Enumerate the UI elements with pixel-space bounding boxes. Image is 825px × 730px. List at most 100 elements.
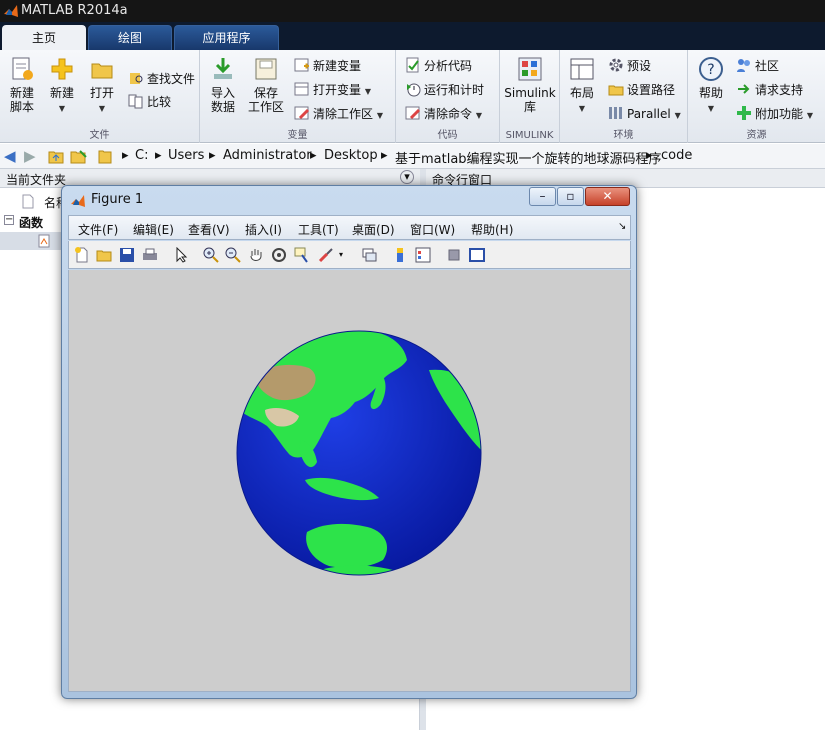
add-ons-button[interactable]: 附加功能 ▼ <box>736 105 813 123</box>
path-segment-code[interactable]: code <box>661 148 692 163</box>
analyze-code-icon <box>406 57 419 73</box>
add-ons-icon <box>737 106 751 120</box>
group-environment: 布局 ▼ 预设 设置路径 Parallel ▼ 环境 <box>560 50 688 143</box>
open-variable-button[interactable]: 打开变量 ▼ <box>294 81 371 99</box>
zoom-in-icon[interactable] <box>203 247 219 263</box>
menu-tools[interactable]: 工具(T) <box>298 221 339 238</box>
back-arrow-icon[interactable]: ◀ <box>4 147 16 165</box>
globe-plot <box>236 330 482 576</box>
group-code: 分析代码 运行和计时 清除命令 ▼ 代码 <box>396 50 500 143</box>
layout-icon <box>570 58 594 80</box>
clear-commands-button[interactable]: 清除命令 ▼ <box>405 105 482 123</box>
run-and-time-button[interactable]: 运行和计时 <box>405 81 484 99</box>
save-workspace-button[interactable]: 保存 工作区 <box>246 56 286 114</box>
simulink-library-icon <box>518 57 542 81</box>
hide-plot-tools-icon[interactable] <box>446 247 462 263</box>
gear-icon <box>609 58 623 72</box>
compare-icon <box>128 94 143 109</box>
path-segment-project[interactable]: 基于matlab编程实现一个旋转的地球源码程序 <box>395 148 662 167</box>
analyze-code-button[interactable]: 分析代码 <box>405 57 472 75</box>
layout-button[interactable]: 布局 ▼ <box>566 56 598 116</box>
path-segment-users[interactable]: Users <box>168 148 204 163</box>
brush-icon[interactable] <box>318 247 334 263</box>
figure-toolbar: ▾ <box>68 241 631 269</box>
new-script-button[interactable]: 新建 脚本 <box>4 56 40 114</box>
panel-menu-icon[interactable]: ▾ <box>400 170 414 184</box>
menu-desktop[interactable]: 桌面(D) <box>352 221 395 238</box>
figure-canvas[interactable] <box>68 270 631 692</box>
clear-workspace-button[interactable]: 清除工作区 ▼ <box>294 105 383 123</box>
open-file-icon[interactable] <box>96 247 112 263</box>
figure-menu-bar: 文件(F) 编辑(E) 查看(V) 插入(I) 工具(T) 桌面(D) 窗口(W… <box>68 215 631 240</box>
tab-apps[interactable]: 应用程序 <box>174 25 279 50</box>
group-label-code: 代码 <box>437 130 458 141</box>
address-bar: ◀ ▶ ▸ C: ▸ Users ▸ Administrator ▸ Deskt… <box>0 144 825 169</box>
path-segment-drive[interactable]: C: <box>135 148 148 163</box>
print-figure-icon[interactable] <box>142 247 158 263</box>
community-button[interactable]: 社区 <box>736 57 779 75</box>
colorbar-icon[interactable] <box>392 247 408 263</box>
set-path-button[interactable]: 设置路径 <box>608 81 675 99</box>
parallel-button[interactable]: Parallel ▼ <box>608 105 681 123</box>
find-files-button[interactable]: 查找文件 <box>128 70 195 88</box>
simulink-library-button[interactable]: Simulink 库 <box>504 56 556 114</box>
collapse-icon[interactable]: − <box>4 215 14 225</box>
folder-icon <box>98 150 112 164</box>
menu-edit[interactable]: 编辑(E) <box>133 221 174 238</box>
save-figure-icon[interactable] <box>119 247 135 263</box>
menu-help[interactable]: 帮助(H) <box>471 221 513 238</box>
import-data-button[interactable]: 导入 数据 <box>208 56 238 114</box>
show-plot-tools-icon[interactable] <box>469 247 485 263</box>
new-variable-button[interactable]: 新建变量 <box>294 57 361 75</box>
up-folder-icon[interactable] <box>48 149 64 164</box>
menu-window[interactable]: 窗口(W) <box>410 221 455 238</box>
menu-file[interactable]: 文件(F) <box>78 221 118 238</box>
functions-group-label: 函数 <box>19 216 44 230</box>
folder-open-icon <box>91 63 113 79</box>
group-label-variable: 变量 <box>287 130 308 141</box>
group-label-environment: 环境 <box>613 130 634 141</box>
tab-home[interactable]: 主页 <box>2 25 86 50</box>
help-button[interactable]: ? 帮助 ▼ <box>696 56 726 116</box>
link-plot-icon[interactable] <box>361 247 377 263</box>
zoom-out-icon[interactable] <box>225 247 241 263</box>
browse-folder-icon[interactable] <box>70 149 88 164</box>
window-title: MATLAB R2014a <box>21 3 128 18</box>
pan-hand-icon[interactable] <box>248 247 264 263</box>
data-cursor-icon[interactable] <box>294 247 310 263</box>
group-label-file: 文件 <box>89 130 110 141</box>
menu-insert[interactable]: 插入(I) <box>245 221 282 238</box>
path-segment-administrator[interactable]: Administrator <box>223 148 312 163</box>
request-support-button[interactable]: 请求支持 <box>736 81 803 99</box>
rotate-3d-icon[interactable] <box>271 247 287 263</box>
tab-plots[interactable]: 绘图 <box>88 25 172 50</box>
current-folder-title: 当前文件夹 <box>6 173 67 187</box>
clear-workspace-icon <box>294 106 310 120</box>
open-button[interactable]: 打开 ▼ <box>86 56 118 116</box>
legend-icon[interactable] <box>415 247 431 263</box>
run-and-time-icon <box>407 83 421 97</box>
group-variable: 导入 数据 保存 工作区 新建变量 打开变量 ▼ 清除工作区 ▼ 变量 <box>200 50 396 143</box>
pointer-icon[interactable] <box>173 247 189 263</box>
group-simulink: Simulink 库 SIMULINK <box>500 50 560 143</box>
menu-view[interactable]: 查看(V) <box>188 221 230 238</box>
support-icon <box>738 84 750 94</box>
minimize-button[interactable]: – <box>529 187 556 206</box>
forward-arrow-icon[interactable]: ▶ <box>24 147 36 165</box>
clear-commands-icon <box>405 106 421 120</box>
preferences-button[interactable]: 预设 <box>608 57 651 75</box>
maximize-button[interactable]: ▫ <box>557 187 584 206</box>
compare-button[interactable]: 比较 <box>128 93 171 111</box>
close-button[interactable]: ✕ <box>585 187 630 206</box>
figure-window-icon <box>71 195 85 207</box>
new-button[interactable]: 新建 ▼ <box>46 56 78 116</box>
parallel-icon <box>609 107 622 119</box>
find-files-icon <box>130 73 143 84</box>
figure-window-title: Figure 1 <box>91 192 144 207</box>
path-segment-desktop[interactable]: Desktop <box>324 148 378 163</box>
new-figure-icon[interactable] <box>74 247 90 263</box>
dock-arrow-icon[interactable]: ↘ <box>618 221 626 232</box>
matlab-logo-icon <box>4 5 18 17</box>
new-script-icon <box>12 57 33 80</box>
brush-dropdown-icon[interactable]: ▾ <box>339 250 355 266</box>
